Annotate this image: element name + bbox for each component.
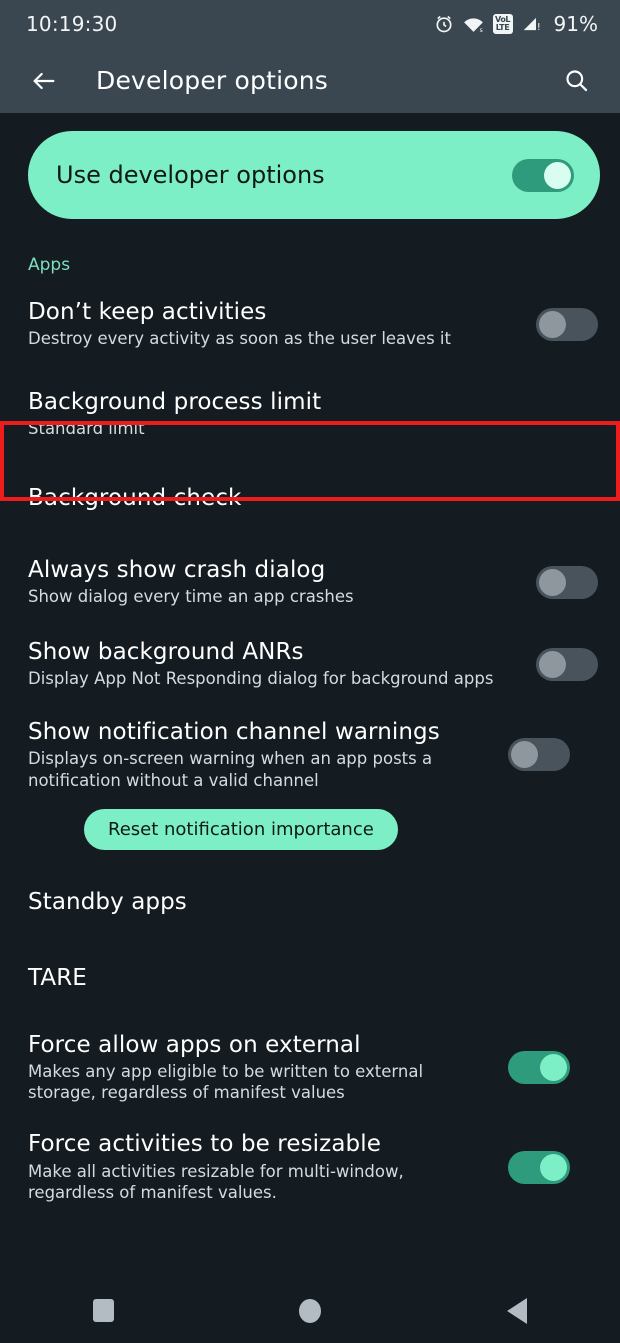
navigation-bar bbox=[0, 1278, 620, 1343]
volte-bottom-label: LTE bbox=[495, 23, 510, 32]
row-summary: Makes any app eligible to be written to … bbox=[28, 1062, 424, 1103]
row-title: Don’t keep activities bbox=[28, 298, 267, 325]
phone-screen: 10:19:30 s VoL LTE ! 91% Developer optio… bbox=[0, 0, 620, 1343]
reset-notification-importance-button[interactable]: Reset notification importance bbox=[84, 808, 398, 850]
settings-list: Use developer options Apps Don’t keep ac… bbox=[0, 131, 620, 1248]
wifi-icon: s bbox=[463, 15, 484, 33]
row-title: Background process limit bbox=[28, 388, 322, 415]
row-summary: Display App Not Responding dialog for ba… bbox=[28, 669, 494, 689]
search-icon[interactable] bbox=[554, 59, 598, 103]
row-title: Always show crash dialog bbox=[28, 556, 326, 583]
show-background-anrs-switch[interactable] bbox=[536, 647, 598, 681]
row-summary: Displays on-screen warning when an app p… bbox=[28, 749, 433, 790]
master-toggle-card[interactable]: Use developer options bbox=[28, 131, 600, 219]
row-texts: Show background ANRs Display App Not Res… bbox=[28, 639, 536, 690]
app-bar: Developer options bbox=[0, 48, 620, 113]
row-title: Show background ANRs bbox=[28, 638, 304, 665]
switch-knob bbox=[539, 650, 566, 678]
row-summary: Make all activities resizable for multi-… bbox=[28, 1161, 404, 1202]
switch-knob bbox=[511, 741, 538, 769]
section-header-apps: Apps bbox=[28, 255, 71, 275]
row-summary: Show dialog every time an app crashes bbox=[28, 587, 354, 607]
back-arrow-icon[interactable] bbox=[22, 59, 66, 103]
recents-shape bbox=[92, 1299, 114, 1322]
back-shape bbox=[506, 1297, 527, 1324]
row-force-activities-resizable[interactable]: Force activities to be resizable Make al… bbox=[0, 1131, 620, 1203]
row-show-notification-channel-warnings[interactable]: Show notification channel warnings Displ… bbox=[0, 719, 620, 791]
volte-icon: VoL LTE bbox=[492, 14, 513, 34]
row-title: Standby apps bbox=[28, 889, 187, 916]
page-title: Developer options bbox=[96, 66, 329, 95]
switch-knob bbox=[544, 161, 571, 189]
always-show-crash-dialog-switch[interactable] bbox=[536, 565, 598, 599]
status-bar: 10:19:30 s VoL LTE ! 91% bbox=[0, 0, 620, 48]
row-always-show-crash-dialog[interactable]: Always show crash dialog Show dialog eve… bbox=[0, 555, 620, 609]
switch-knob bbox=[539, 568, 566, 596]
row-texts: Standby apps bbox=[28, 889, 598, 915]
row-texts: Don’t keep activities Destroy every acti… bbox=[28, 299, 536, 350]
row-summary: Destroy every activity as soon as the us… bbox=[28, 329, 451, 349]
row-texts: Always show crash dialog Show dialog eve… bbox=[28, 557, 536, 608]
master-toggle-label: Use developer options bbox=[56, 161, 325, 189]
battery-percent-label: 91% bbox=[553, 12, 598, 36]
switch-knob bbox=[540, 1153, 567, 1181]
force-allow-apps-on-external-switch[interactable] bbox=[508, 1050, 570, 1084]
row-title: Force allow apps on external bbox=[28, 1031, 361, 1058]
row-texts: Force allow apps on external Makes any a… bbox=[28, 1032, 508, 1104]
row-dont-keep-activities[interactable]: Don’t keep activities Destroy every acti… bbox=[0, 297, 620, 351]
master-toggle-switch[interactable] bbox=[512, 158, 574, 192]
row-title: Force activities to be resizable bbox=[28, 1131, 381, 1158]
signal-icon: ! bbox=[522, 15, 543, 33]
row-texts: Background process limit Standard limit bbox=[28, 389, 598, 440]
home-circle-icon[interactable] bbox=[270, 1287, 350, 1335]
row-show-background-anrs[interactable]: Show background ANRs Display App Not Res… bbox=[0, 637, 620, 691]
row-texts: Background check bbox=[28, 485, 598, 511]
status-icon-group: s VoL LTE ! 91% bbox=[434, 12, 598, 36]
row-texts: TARE bbox=[28, 965, 598, 991]
show-notification-channel-warnings-switch[interactable] bbox=[508, 738, 570, 772]
alarm-icon bbox=[434, 14, 454, 34]
row-standby-apps[interactable]: Standby apps bbox=[0, 876, 620, 930]
recents-square-icon[interactable] bbox=[63, 1287, 143, 1335]
home-shape bbox=[298, 1298, 321, 1323]
row-background-process-limit[interactable]: Background process limit Standard limit bbox=[0, 387, 620, 441]
row-tare[interactable]: TARE bbox=[0, 952, 620, 1006]
row-title: Background check bbox=[28, 484, 242, 511]
row-title: Show notification channel warnings bbox=[28, 719, 440, 745]
svg-text:s: s bbox=[479, 27, 482, 33]
row-force-allow-apps-on-external[interactable]: Force allow apps on external Makes any a… bbox=[0, 1032, 620, 1104]
row-title: TARE bbox=[28, 965, 87, 992]
row-texts: Show notification channel warnings Displ… bbox=[28, 719, 508, 791]
row-texts: Force activities to be resizable Make al… bbox=[28, 1131, 508, 1203]
force-activities-resizable-switch[interactable] bbox=[508, 1150, 570, 1184]
dont-keep-activities-switch[interactable] bbox=[536, 307, 598, 341]
switch-knob bbox=[540, 1053, 567, 1081]
switch-knob bbox=[539, 310, 566, 338]
status-clock: 10:19:30 bbox=[26, 12, 118, 36]
row-background-check[interactable]: Background check bbox=[0, 471, 620, 525]
back-triangle-icon[interactable] bbox=[477, 1287, 557, 1335]
row-summary: Standard limit bbox=[28, 419, 145, 439]
svg-text:!: ! bbox=[536, 22, 540, 33]
